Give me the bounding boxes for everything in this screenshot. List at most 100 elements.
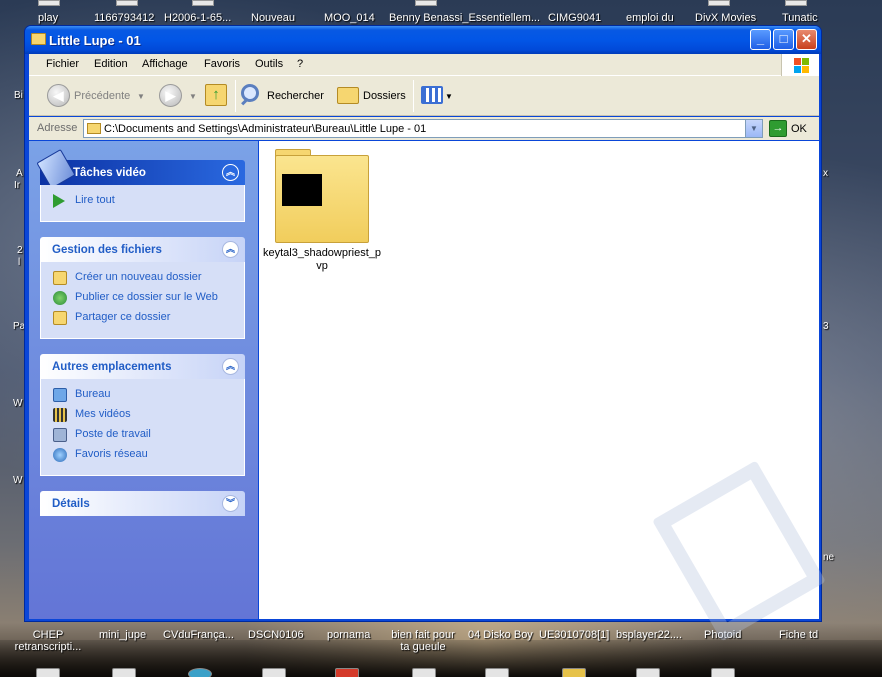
folders-icon[interactable] <box>337 87 359 104</box>
desktop-icon[interactable] <box>415 0 437 6</box>
desktop-icon-label[interactable]: 04 Disko Boy <box>468 629 533 641</box>
desktop-icon-label[interactable]: pornama <box>327 629 370 641</box>
desktop-icon-label[interactable]: Fiche td <box>779 629 818 641</box>
menu-affichage[interactable]: Affichage <box>142 58 188 70</box>
task-publish-web[interactable]: Publier ce dossier sur le Web <box>41 288 244 308</box>
file-tasks-body: Créer un nouveau dossier Publier ce doss… <box>40 262 245 339</box>
desktop-icon-label[interactable]: Benny Benassi_Essentiellem... <box>389 12 540 24</box>
desktop-icon-label[interactable]: UE3010708[1] <box>539 629 609 641</box>
menu-fichier[interactable]: Fichier <box>46 58 79 70</box>
place-label[interactable]: Poste de travail <box>75 428 151 440</box>
back-button[interactable]: Précédente <box>74 90 130 102</box>
go-button[interactable]: OK <box>791 123 807 135</box>
expand-chevron-icon[interactable]: ︾ <box>222 495 239 512</box>
desktop-icon-label[interactable]: Tunatic <box>782 12 818 24</box>
collapse-chevron-icon[interactable]: ︽ <box>222 164 239 181</box>
task-play-all[interactable]: Lire tout <box>41 191 244 211</box>
details-header[interactable]: Détails ︾ <box>40 491 245 516</box>
desktop-icon[interactable] <box>485 668 509 677</box>
desktop-icon[interactable] <box>38 0 60 6</box>
folder-up-icon[interactable]: ↑ <box>205 84 227 106</box>
collapse-chevron-icon[interactable]: ︽ <box>222 358 239 375</box>
menu-favoris[interactable]: Favoris <box>204 58 240 70</box>
desktop-icon[interactable] <box>785 0 807 6</box>
file-tasks-header[interactable]: Gestion des fichiers ︽ <box>40 237 245 262</box>
minimize-button[interactable]: _ <box>750 29 771 50</box>
back-arrow-icon[interactable]: ◀ <box>47 84 70 107</box>
desktop-icon[interactable] <box>116 0 138 6</box>
place-label[interactable]: Mes vidéos <box>75 408 131 420</box>
place-network[interactable]: Favoris réseau <box>41 445 244 465</box>
back-dropdown-icon[interactable]: ▼ <box>137 92 145 101</box>
desktop-icon[interactable] <box>112 668 136 677</box>
videos-icon <box>53 408 67 422</box>
desktop-icon-label[interactable]: CVduFrança... <box>163 629 234 641</box>
search-button[interactable]: Rechercher <box>267 90 324 102</box>
toolbar-separator <box>413 80 414 112</box>
desktop-icon[interactable] <box>262 668 286 677</box>
task-label[interactable]: Publier ce dossier sur le Web <box>75 291 218 303</box>
desktop-icon-label[interactable]: DivX Movies <box>695 12 756 24</box>
video-tasks-header[interactable]: Tâches vidéo ︽ <box>36 149 245 189</box>
window-titlebar[interactable]: Little Lupe - 01 _ □ ✕ <box>25 26 821 54</box>
task-label[interactable]: Créer un nouveau dossier <box>75 271 202 283</box>
collapse-chevron-icon[interactable]: ︽ <box>222 241 239 258</box>
desktop-label-fragment: Ir <box>14 180 21 191</box>
desktop-icon[interactable] <box>412 668 436 677</box>
task-label[interactable]: Lire tout <box>75 194 115 206</box>
file-list-area[interactable]: keytal3_shadowpriest_p vp <box>259 141 826 642</box>
address-input[interactable]: C:\Documents and Settings\Administrateur… <box>83 119 763 138</box>
other-places-header[interactable]: Autres emplacements ︽ <box>40 354 245 379</box>
desktop-icon-label[interactable]: emploi du <box>626 12 674 24</box>
views-dropdown-icon[interactable]: ▼ <box>445 92 453 101</box>
menu-outils[interactable]: Outils <box>255 58 283 70</box>
desktop-icon-label[interactable]: bsplayer22.... <box>616 629 682 641</box>
desktop-icon-label[interactable]: CIMG9041 <box>548 12 601 24</box>
video-tasks-body: Lire tout <box>40 185 245 222</box>
close-button[interactable]: ✕ <box>796 29 817 50</box>
desktop-icon-label[interactable]: DSCN0106 <box>248 629 304 641</box>
desktop-icon[interactable] <box>636 668 660 677</box>
maximize-button[interactable]: □ <box>773 29 794 50</box>
desktop-icon-label[interactable]: MOO_014 <box>324 12 375 24</box>
explorer-window: Little Lupe - 01 _ □ ✕ Fichier Edition A… <box>24 25 826 642</box>
desktop-icon-label[interactable]: 1166793412 <box>94 12 154 24</box>
menu-bar: Fichier Edition Affichage Favoris Outils… <box>29 54 819 76</box>
place-label[interactable]: Favoris réseau <box>75 448 148 460</box>
place-desktop[interactable]: Bureau <box>41 385 244 405</box>
address-dropdown-icon[interactable]: ▼ <box>745 120 762 137</box>
forward-dropdown-icon[interactable]: ▼ <box>189 92 197 101</box>
place-my-computer[interactable]: Poste de travail <box>41 425 244 445</box>
desktop-icon[interactable] <box>188 668 212 677</box>
desktop-icon-label[interactable]: Nouveau <box>251 12 295 24</box>
desktop-icon-label[interactable]: bien fait pour ta gueule <box>388 629 458 653</box>
desktop-icon[interactable] <box>36 668 60 677</box>
desktop-icon-label[interactable]: H2006-1-65... <box>164 12 231 24</box>
place-label[interactable]: Bureau <box>75 388 110 400</box>
task-share-folder[interactable]: Partager ce dossier <box>41 308 244 328</box>
menu-help[interactable]: ? <box>297 58 303 70</box>
task-label[interactable]: Partager ce dossier <box>75 311 170 323</box>
desktop-icon-label[interactable]: play <box>38 12 58 24</box>
views-icon[interactable] <box>421 86 443 104</box>
details-title: Détails <box>52 498 90 510</box>
menu-edition[interactable]: Edition <box>94 58 128 70</box>
desktop-icon-label[interactable]: mini_jupe <box>99 629 146 641</box>
address-value[interactable]: C:\Documents and Settings\Administrateur… <box>104 123 426 135</box>
desktop-icon[interactable] <box>335 668 359 677</box>
forward-arrow-icon[interactable]: ▶ <box>159 84 182 107</box>
share-folder-icon <box>53 311 67 325</box>
place-my-videos[interactable]: Mes vidéos <box>41 405 244 425</box>
folders-button[interactable]: Dossiers <box>363 90 406 102</box>
desktop-icon[interactable] <box>192 0 214 6</box>
other-places-title: Autres emplacements <box>52 361 172 373</box>
desktop-label-fragment: ne <box>823 552 835 563</box>
desktop-icon[interactable] <box>562 668 586 677</box>
task-new-folder[interactable]: Créer un nouveau dossier <box>41 268 244 288</box>
folder-name[interactable]: keytal3_shadowpriest_p vp <box>259 247 385 273</box>
desktop-icon-label[interactable]: CHEP retranscripti... <box>12 629 84 653</box>
desktop-icon[interactable] <box>708 0 730 6</box>
desktop-icon[interactable] <box>711 668 735 677</box>
folder-item[interactable] <box>275 149 369 243</box>
go-arrow-icon[interactable]: → <box>769 120 787 137</box>
